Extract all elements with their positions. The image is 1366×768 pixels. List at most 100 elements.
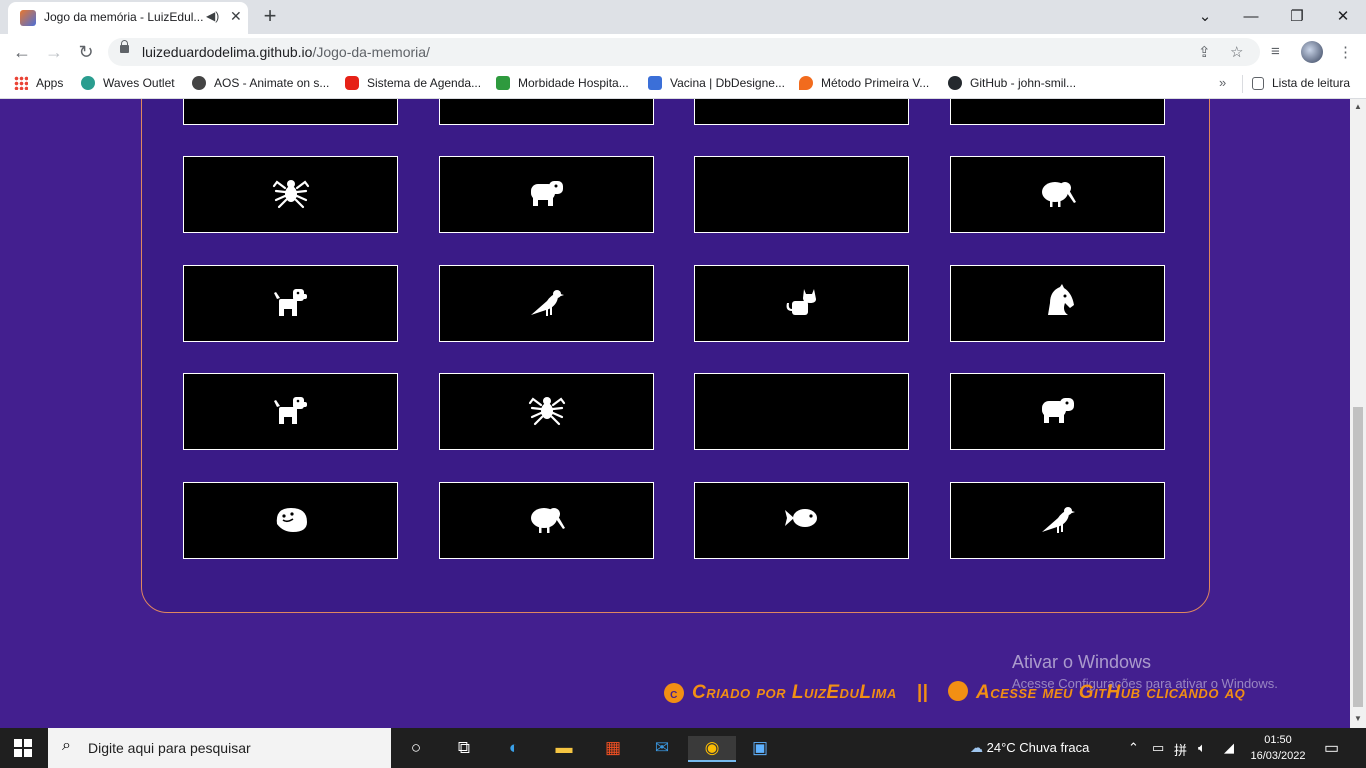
bookmark-apps[interactable]: Apps (14, 76, 63, 90)
apps-grid-icon (14, 76, 28, 90)
memory-card[interactable] (694, 99, 909, 125)
file-explorer-icon[interactable]: ▬ (551, 736, 577, 760)
page-footer: c Criado por LuizEduLima || Acesse meu Gi… (664, 681, 1245, 704)
footer-credit: Criado por LuizEduLima (692, 682, 897, 703)
reload-button[interactable]: ↻ (74, 40, 98, 64)
memory-card[interactable] (694, 482, 909, 559)
bookmark-metodo[interactable]: Método Primeira V... (799, 76, 929, 90)
memory-card[interactable] (439, 99, 654, 125)
share-icon[interactable]: ⇪ (1198, 43, 1211, 61)
tab-close-icon[interactable]: ✕ (230, 8, 242, 25)
photos-icon[interactable]: ▣ (747, 736, 773, 760)
bookmark-aos[interactable]: AOS - Animate on s... (192, 76, 329, 90)
windows-start-icon[interactable] (14, 739, 32, 757)
memory-card[interactable] (950, 373, 1165, 450)
github-icon (948, 76, 962, 90)
scroll-up-arrow-icon[interactable]: ▲ (1350, 100, 1366, 114)
memory-card[interactable] (950, 156, 1165, 233)
taskbar-search-box[interactable]: ⌕ Digite aqui para pesquisar (48, 728, 391, 768)
scroll-down-arrow-icon[interactable]: ▼ (1350, 712, 1366, 726)
kiwi-bird-icon (527, 498, 567, 543)
browser-title-bar: Jogo da memória - LuizEdul... ◀) ✕ + ⌄ —… (0, 0, 1366, 34)
footer-github-link[interactable]: Acesse meu GitHub clicando aq (976, 682, 1245, 703)
bookmarks-overflow-icon[interactable]: » (1219, 75, 1226, 90)
tab-search-chevron-icon[interactable]: ⌄ (1182, 4, 1228, 30)
spider-icon (271, 172, 311, 217)
footer-separator: || (916, 682, 929, 703)
github-footer-icon (947, 681, 968, 701)
windows-taskbar: ⌕ Digite aqui para pesquisar ○ ⧉ ◐ ▬ ▦ ✉… (0, 728, 1366, 768)
memory-game-board (141, 99, 1210, 613)
waves-outlet-icon (81, 76, 95, 90)
tab-favicon-icon (20, 10, 36, 26)
close-window-button[interactable]: ✕ (1320, 4, 1366, 30)
memory-card[interactable] (183, 373, 398, 450)
new-tab-button[interactable]: + (258, 4, 282, 28)
memory-card[interactable] (694, 156, 909, 233)
memory-card[interactable] (439, 265, 654, 342)
bookmark-waves-outlet[interactable]: Waves Outlet (81, 76, 175, 90)
search-icon: ⌕ (62, 737, 71, 754)
memory-card[interactable] (183, 156, 398, 233)
notification-icon[interactable]: ▭ (1324, 738, 1339, 758)
cortana-circle-icon[interactable]: ○ (403, 736, 429, 760)
input-language-icon[interactable]: 拼 (1174, 740, 1187, 759)
back-button[interactable]: ← (10, 40, 34, 64)
bookmarks-separator (1242, 75, 1243, 93)
dog-icon (271, 281, 311, 326)
memory-card[interactable] (950, 265, 1165, 342)
memory-card[interactable] (439, 482, 654, 559)
dog-icon (271, 389, 311, 434)
memory-card[interactable] (694, 265, 909, 342)
memory-card[interactable] (439, 156, 654, 233)
bookmarks-bar: Apps Waves Outlet AOS - Animate on s... … (0, 70, 1366, 99)
weather-widget[interactable]: ☁ 24°C Chuva fraca (970, 740, 1089, 756)
scrollbar-thumb[interactable] (1353, 407, 1363, 707)
network-icon[interactable]: ◢ (1224, 740, 1234, 756)
chrome-taskbar-icon[interactable]: ◉ (688, 736, 736, 762)
memory-card[interactable] (439, 373, 654, 450)
memory-card[interactable] (183, 482, 398, 559)
memory-card[interactable] (183, 265, 398, 342)
bookmark-vacina[interactable]: Vacina | DbDesigne... (648, 76, 785, 90)
address-bar[interactable]: luizeduardodelima.github.io/Jogo-da-memo… (108, 38, 1260, 66)
task-view-icon[interactable]: ⧉ (451, 736, 477, 760)
bookmark-morbidade[interactable]: Morbidade Hospita... (496, 76, 629, 90)
hippo-icon (527, 172, 567, 217)
menu-kebab-icon[interactable]: ⋮ (1338, 43, 1353, 61)
globe-icon (192, 76, 206, 90)
dbdesigner-icon (648, 76, 662, 90)
tray-device-icon[interactable]: ▭ (1152, 740, 1164, 756)
taskbar-search-placeholder: Digite aqui para pesquisar (88, 740, 251, 756)
mail-icon[interactable]: ✉ (649, 736, 675, 760)
memory-card[interactable] (694, 373, 909, 450)
youtube-icon (345, 76, 359, 90)
taskbar-clock[interactable]: 01:50 16/03/2022 (1250, 732, 1306, 764)
reading-list[interactable]: Lista de leitura (1252, 76, 1350, 90)
edge-browser-icon[interactable]: ◐ (501, 736, 527, 760)
tray-chevron-icon[interactable]: ⌃ (1128, 740, 1139, 756)
profile-avatar[interactable] (1301, 41, 1323, 63)
windows-activation-title: Ativar o Windows (1012, 652, 1152, 672)
forward-button[interactable]: → (42, 40, 66, 64)
memory-card[interactable] (183, 99, 398, 125)
minimize-button[interactable]: — (1228, 4, 1274, 30)
bookmark-github[interactable]: GitHub - john-smil... (948, 76, 1076, 90)
restore-button[interactable]: ❐ (1274, 4, 1320, 30)
bookmark-star-icon[interactable]: ☆ (1230, 43, 1243, 61)
microsoft-store-icon[interactable]: ▦ (600, 736, 626, 760)
media-control-icon[interactable]: ≡ (1271, 43, 1280, 60)
otter-icon (271, 498, 311, 543)
memory-card[interactable] (950, 482, 1165, 559)
health-cross-icon (496, 76, 510, 90)
lock-icon[interactable] (120, 40, 129, 53)
memory-card[interactable] (950, 99, 1165, 125)
kiwi-bird-icon (1038, 172, 1078, 217)
page-viewport: Ativar o Windows Acesse Configurações pa… (0, 99, 1350, 728)
address-url: luizeduardodelima.github.io/Jogo-da-memo… (142, 44, 430, 60)
bookmark-sistema-agenda[interactable]: Sistema de Agenda... (345, 76, 481, 90)
browser-tab-active[interactable]: Jogo da memória - LuizEdul... ◀) ✕ (8, 2, 248, 34)
tab-audio-icon[interactable]: ◀) (206, 9, 219, 23)
weather-text: 24°C Chuva fraca (986, 740, 1090, 755)
volume-icon[interactable]: 🔈︎ (1198, 740, 1206, 756)
